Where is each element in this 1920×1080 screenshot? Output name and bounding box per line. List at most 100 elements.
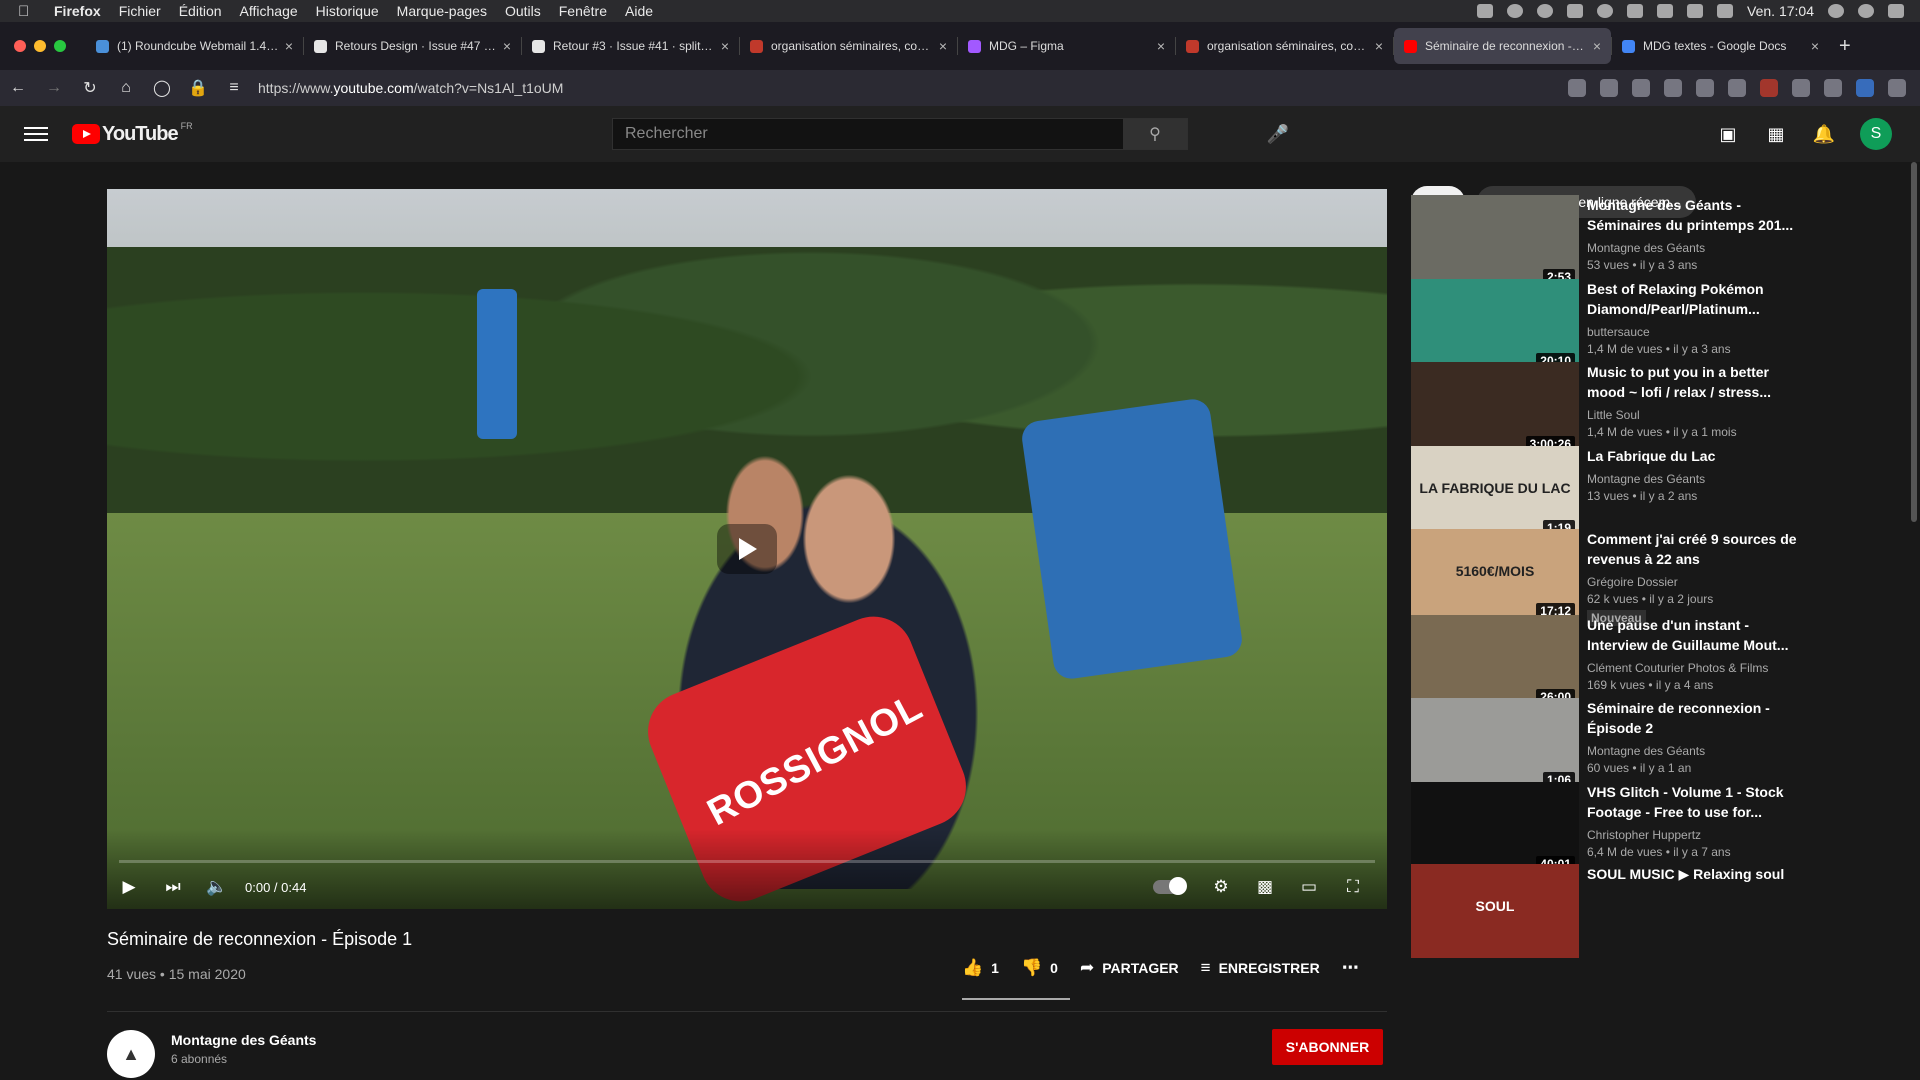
reload-icon[interactable]: ↻ <box>72 78 108 98</box>
recommendation-item[interactable]: 26:00 Une pause d'un instant - Interview … <box>1411 615 1881 709</box>
recommendation-item[interactable]: 3:00:26 Music to put you in a better mood… <box>1411 362 1881 456</box>
tab-close-icon[interactable]: × <box>721 38 729 54</box>
hamburger-menu-icon[interactable] <box>24 127 48 141</box>
search-button[interactable]: ⚲ <box>1123 119 1187 149</box>
video-thumbnail[interactable]: 5160€/MOIS 17:12 <box>1411 529 1579 623</box>
volume-icon[interactable]: 🔈 <box>195 877 239 897</box>
page-scrollbar[interactable] <box>1908 162 1920 1080</box>
menu-icon[interactable] <box>1888 79 1906 97</box>
recommendation-title[interactable]: Best of Relaxing Pokémon Diamond/Pearl/P… <box>1587 279 1797 319</box>
like-button[interactable]: 👍 1 <box>962 958 999 978</box>
fullscreen-icon[interactable]: ⛶ <box>1331 877 1375 897</box>
browser-tab[interactable]: Retour #3 · Issue #41 · splitfire × <box>522 28 739 64</box>
video-thumbnail[interactable]: 1:06 <box>1411 698 1579 792</box>
microphone-icon[interactable]: 🎤 <box>1262 118 1294 150</box>
extension-blue-icon[interactable] <box>1856 79 1874 97</box>
center-play-button[interactable] <box>717 524 777 574</box>
tab-close-icon[interactable]: × <box>503 38 511 54</box>
progress-bar[interactable] <box>119 860 1375 863</box>
next-icon[interactable]: ⏭ <box>151 877 195 897</box>
back-icon[interactable]: ← <box>0 79 36 97</box>
more-actions-button[interactable]: ⋯ <box>1342 958 1359 978</box>
browser-tab[interactable]: organisation séminaires, cohé… × <box>740 28 957 64</box>
ublock-icon[interactable] <box>1760 79 1778 97</box>
play-icon[interactable]: ▶ <box>107 877 151 897</box>
recommendation-title[interactable]: SOUL MUSIC ▶ Relaxing soul <box>1587 864 1797 884</box>
tracking-shield-icon[interactable]: ◯ <box>144 78 180 98</box>
library-icon[interactable] <box>1728 79 1746 97</box>
apps-grid-icon[interactable]: ▦ <box>1764 122 1788 146</box>
channel-avatar[interactable]: ▲ <box>107 1030 155 1078</box>
search-input[interactable] <box>613 119 1123 149</box>
recommendation-channel[interactable]: Montagne des Géants <box>1587 241 1797 255</box>
new-tab-button[interactable]: + <box>1839 35 1851 58</box>
dislike-button[interactable]: 👎 0 <box>1021 958 1058 978</box>
tab-close-icon[interactable]: × <box>1375 38 1383 54</box>
settings-gear-icon[interactable]: ⚙ <box>1199 877 1243 897</box>
channel-name[interactable]: Montagne des Géants <box>171 1032 316 1048</box>
create-video-icon[interactable]: ▣ <box>1716 122 1740 146</box>
menu-marque-pages[interactable]: Marque-pages <box>397 3 487 19</box>
recommendation-item[interactable]: 40:01VHS Glitch - Volume 1 - Stock Foota… <box>1411 782 1881 876</box>
tab-close-icon[interactable]: × <box>1593 38 1601 54</box>
browser-tab[interactable]: Séminaire de reconnexion - Ép × <box>1394 28 1611 64</box>
menu-app-firefox[interactable]: Firefox <box>54 3 101 19</box>
theater-mode-icon[interactable]: ▭ <box>1287 877 1331 897</box>
recommendation-item[interactable]: 2:53 Montagne des Géants - Séminaires du … <box>1411 195 1881 289</box>
bookmark-star-icon[interactable] <box>1568 79 1586 97</box>
notifications-bell-icon[interactable]: 🔔 <box>1812 122 1836 146</box>
subscribe-button[interactable]: S'ABONNER <box>1272 1029 1383 1065</box>
menu-affichage[interactable]: Affichage <box>240 3 298 19</box>
menu-fenetre[interactable]: Fenêtre <box>559 3 607 19</box>
recommendation-channel[interactable]: Little Soul <box>1587 408 1797 422</box>
recommendation-title[interactable]: Comment j'ai créé 9 sources de revenus à… <box>1587 529 1797 569</box>
video-thumbnail[interactable]: 2:53 <box>1411 195 1579 289</box>
recommendation-title[interactable]: Montagne des Géants - Séminaires du prin… <box>1587 195 1797 235</box>
tools-icon[interactable] <box>1632 79 1650 97</box>
recommendation-channel[interactable]: Montagne des Géants <box>1587 472 1797 486</box>
spotlight-search-icon[interactable] <box>1828 4 1844 18</box>
download-icon[interactable] <box>1696 79 1714 97</box>
pocket-icon[interactable] <box>1664 79 1682 97</box>
menu-outils[interactable]: Outils <box>505 3 541 19</box>
menu-aide[interactable]: Aide <box>625 3 653 19</box>
video-thumbnail[interactable]: SOUL <box>1411 864 1579 958</box>
keyboard-icon[interactable] <box>1717 4 1734 18</box>
recommendation-channel[interactable]: Clément Couturier Photos & Films <box>1587 661 1797 675</box>
recommendation-item[interactable]: 20:10 Best of Relaxing Pokémon Diamond/Pe… <box>1411 279 1881 373</box>
tab-close-icon[interactable]: × <box>1811 38 1819 54</box>
youtube-logo[interactable]: YouTube FR <box>72 121 193 146</box>
recommendation-channel[interactable]: Christopher Huppertz <box>1587 828 1797 842</box>
screen-mirror-icon[interactable] <box>1477 4 1494 18</box>
recommendation-item[interactable]: LA FABRIQUE DU LAC 1:19 La Fabrique du Lac… <box>1411 446 1881 540</box>
recommendation-item[interactable]: 5160€/MOIS 17:12 Comment j'ai créé 9 sourc… <box>1411 529 1881 626</box>
creative-cloud-icon[interactable] <box>1507 4 1524 18</box>
video-thumbnail[interactable]: LA FABRIQUE DU LAC 1:19 <box>1411 446 1579 540</box>
recommendation-title[interactable]: Une pause d'un instant - Interview de Gu… <box>1587 615 1797 655</box>
video-thumbnail[interactable]: 40:01 <box>1411 782 1579 876</box>
miniplayer-icon[interactable]: ▩ <box>1243 877 1287 897</box>
recommendation-title[interactable]: VHS Glitch - Volume 1 - Stock Footage - … <box>1587 782 1797 822</box>
shield-icon[interactable] <box>1567 4 1584 18</box>
save-button[interactable]: ≡ ENREGISTRER <box>1201 958 1320 978</box>
bluetooth-icon[interactable] <box>1627 4 1644 18</box>
wifi-icon[interactable] <box>1657 4 1674 18</box>
browser-tab[interactable]: (1) Roundcube Webmail 1.4.10 × <box>86 28 303 64</box>
cloud-icon[interactable] <box>1537 4 1554 18</box>
autoplay-toggle[interactable] <box>1153 877 1187 895</box>
recommendation-title[interactable]: La Fabrique du Lac <box>1587 446 1797 466</box>
recommendation-item[interactable]: SOUL SOUL MUSIC ▶ Relaxing soul <box>1411 864 1881 958</box>
time-machine-icon[interactable] <box>1597 4 1614 18</box>
share-button[interactable]: ➦ PARTAGER <box>1080 958 1179 978</box>
extensions-icon[interactable] <box>1600 79 1618 97</box>
video-player[interactable]: ROSSIGNOL ▶ ⏭ 🔈 0:00 / 0:44 ⚙ ▩ ▭ ⛶ <box>107 189 1387 909</box>
tab-close-icon[interactable]: × <box>939 38 947 54</box>
minimize-window-button[interactable] <box>34 40 46 52</box>
recommendation-channel[interactable]: Grégoire Dossier <box>1587 575 1797 589</box>
browser-tab[interactable]: MDG textes - Google Docs × <box>1612 28 1829 64</box>
scrollbar-thumb[interactable] <box>1911 162 1917 522</box>
home-icon[interactable]: ⌂ <box>108 79 144 97</box>
extension-ring-icon[interactable] <box>1792 79 1810 97</box>
account-avatar[interactable]: S <box>1860 118 1892 150</box>
menu-edition[interactable]: Édition <box>179 3 222 19</box>
